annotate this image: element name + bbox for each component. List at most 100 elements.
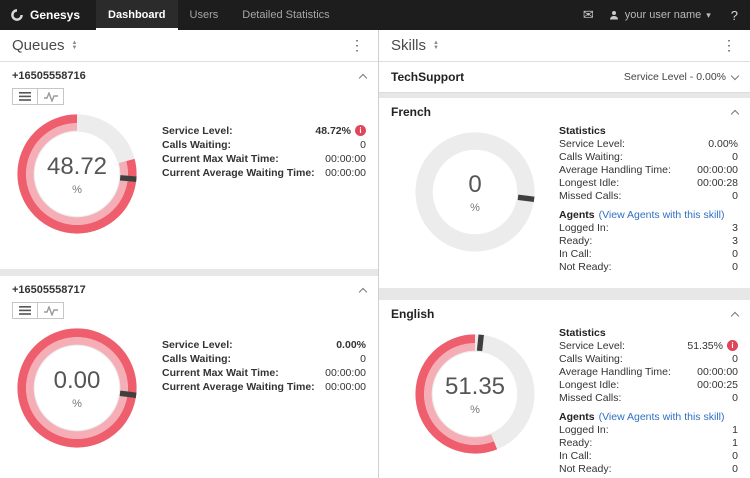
agents-header-row: Agents (View Agents with this skill) xyxy=(559,411,738,424)
stat-value: 3 xyxy=(732,235,738,248)
gauge-ring xyxy=(410,127,540,257)
stat-value: 0 xyxy=(732,190,738,203)
stat-row: Longest Idle: 00:00:25 xyxy=(559,379,738,392)
collapse-chevron-up-icon[interactable] xyxy=(731,109,739,117)
stat-label: Calls Waiting: xyxy=(162,353,360,366)
waveform-view-button[interactable] xyxy=(38,88,64,105)
stat-label: Current Max Wait Time: xyxy=(162,153,325,166)
stat-label: Longest Idle: xyxy=(559,177,697,190)
stat-value: 1 xyxy=(732,437,738,450)
skills-kebab-menu-icon[interactable]: ⋮ xyxy=(720,37,738,54)
stat-row: Service Level: 48.72% i xyxy=(162,125,366,138)
list-view-button[interactable] xyxy=(12,88,38,105)
waveform-view-button[interactable] xyxy=(38,302,64,319)
collapse-chevron-up-icon[interactable] xyxy=(731,311,739,319)
alert-info-icon: i xyxy=(727,340,738,351)
stat-value: 0.00% xyxy=(708,138,738,151)
skill-card: English xyxy=(379,300,750,478)
stat-value: 0 xyxy=(732,463,738,476)
top-navbar: Genesys Dashboard Users Detailed Statist… xyxy=(0,0,750,30)
queues-sort-icon[interactable]: ▲ ▼ xyxy=(72,41,78,51)
queues-kebab-menu-icon[interactable]: ⋮ xyxy=(348,37,366,54)
stat-row: Service Level: 51.35% i xyxy=(559,340,738,353)
tab-dashboard[interactable]: Dashboard xyxy=(96,0,177,30)
service-level-gauge: 0.00 % xyxy=(12,323,142,453)
view-agents-link[interactable]: (View Agents with this skill) xyxy=(599,411,725,424)
stat-label: Service Level: xyxy=(162,125,315,138)
skill-gauge-column: 0 % xyxy=(391,123,559,274)
stat-row: Not Ready: 0 xyxy=(559,261,738,274)
stat-label: Calls Waiting: xyxy=(559,353,732,366)
skill-group-summary-dropdown[interactable]: Service Level - 0.00% xyxy=(624,71,738,83)
list-view-button[interactable] xyxy=(12,302,38,319)
service-level-gauge: 48.72 % xyxy=(12,109,142,239)
messages-envelope-icon[interactable]: ✉ xyxy=(583,7,594,23)
stat-row: Ready: 3 xyxy=(559,235,738,248)
skill-card-header[interactable]: English xyxy=(379,300,750,325)
collapse-chevron-up-icon[interactable] xyxy=(359,73,367,81)
stat-value: 3 xyxy=(732,222,738,235)
queue-card: +16505558716 xyxy=(0,62,378,269)
stat-label: Ready: xyxy=(559,437,732,450)
stat-row: Ready: 1 xyxy=(559,437,738,450)
stat-label: Not Ready: xyxy=(559,261,732,274)
queue-view-toolbar xyxy=(0,87,378,105)
stat-row: Average Handling Time: 00:00:00 xyxy=(559,366,738,379)
stat-label: In Call: xyxy=(559,248,732,261)
skills-sort-icon[interactable]: ▲ ▼ xyxy=(433,41,439,51)
stat-value: 00:00:25 xyxy=(697,379,738,392)
service-level-gauge: 0 % xyxy=(410,127,540,257)
queue-view-toolbar xyxy=(0,301,378,319)
queue-name: +16505558716 xyxy=(12,70,86,82)
stat-row: Current Max Wait Time: 00:00:00 xyxy=(162,367,366,380)
collapse-chevron-up-icon[interactable] xyxy=(359,287,367,295)
stat-value: 00:00:00 xyxy=(697,164,738,177)
stat-row: Not Ready: 0 xyxy=(559,463,738,476)
stat-value: 00:00:00 xyxy=(325,367,366,380)
queue-card-body: 0.00 % Service Level: 0.00% Calls Waitin… xyxy=(0,319,378,478)
chevron-down-icon xyxy=(731,72,739,80)
stat-label: Service Level: xyxy=(162,339,336,352)
skills-panel-header: Skills ▲ ▼ ⋮ xyxy=(379,30,750,62)
navbar-right: ✉ your user name ▾ ? xyxy=(583,0,750,30)
stat-value: 0 xyxy=(732,353,738,366)
skill-gauge-column: 51.35 % xyxy=(391,325,559,476)
alert-info-icon: i xyxy=(355,125,366,136)
stat-value: 0 xyxy=(732,261,738,274)
queue-card-header[interactable]: +16505558717 xyxy=(0,276,378,301)
skill-card-body: 0 % Statistics Service Level: 0.00% Call… xyxy=(379,123,750,288)
queue-card-body: 48.72 % Service Level: 48.72% i Calls Wa… xyxy=(0,105,378,269)
skill-group-summary: Service Level - 0.00% xyxy=(624,71,726,83)
stat-row: Calls Waiting: 0 xyxy=(162,353,366,366)
tab-detailed-statistics[interactable]: Detailed Statistics xyxy=(230,0,341,30)
view-agents-link[interactable]: (View Agents with this skill) xyxy=(599,209,725,222)
user-menu[interactable]: your user name ▾ xyxy=(608,9,711,21)
skill-name: English xyxy=(391,307,434,321)
tab-users[interactable]: Users xyxy=(178,0,231,30)
stat-row: Average Handling Time: 00:00:00 xyxy=(559,164,738,177)
sort-down-icon: ▼ xyxy=(72,46,78,51)
stat-value: 48.72% xyxy=(315,125,351,138)
skill-card-header[interactable]: French xyxy=(379,98,750,123)
stat-label: Ready: xyxy=(559,235,732,248)
stat-label: Service Level: xyxy=(559,138,708,151)
agents-header: Agents xyxy=(559,209,595,222)
queue-card-header[interactable]: +16505558716 xyxy=(0,62,378,87)
queues-panel: Queues ▲ ▼ ⋮ +16505558716 xyxy=(0,30,379,478)
statistics-header: Statistics xyxy=(559,125,738,138)
queues-panel-header: Queues ▲ ▼ ⋮ xyxy=(0,30,378,62)
stat-value: 0 xyxy=(732,392,738,405)
help-button[interactable]: ? xyxy=(725,8,738,23)
stat-row: Calls Waiting: 0 xyxy=(559,353,738,366)
stat-label: Service Level: xyxy=(559,340,687,353)
skill-stats: Statistics Service Level: 0.00% Calls Wa… xyxy=(559,125,738,274)
agents-header-row: Agents (View Agents with this skill) xyxy=(559,209,738,222)
stat-value: 1 xyxy=(732,424,738,437)
agents-header: Agents xyxy=(559,411,595,424)
gauge-ring xyxy=(12,109,142,239)
app-window: Genesys Dashboard Users Detailed Statist… xyxy=(0,0,750,478)
stat-label: Current Max Wait Time: xyxy=(162,367,325,380)
brand-name: Genesys xyxy=(30,8,80,22)
nav-tabs: Dashboard Users Detailed Statistics xyxy=(96,0,342,30)
stat-label: Average Handling Time: xyxy=(559,366,697,379)
